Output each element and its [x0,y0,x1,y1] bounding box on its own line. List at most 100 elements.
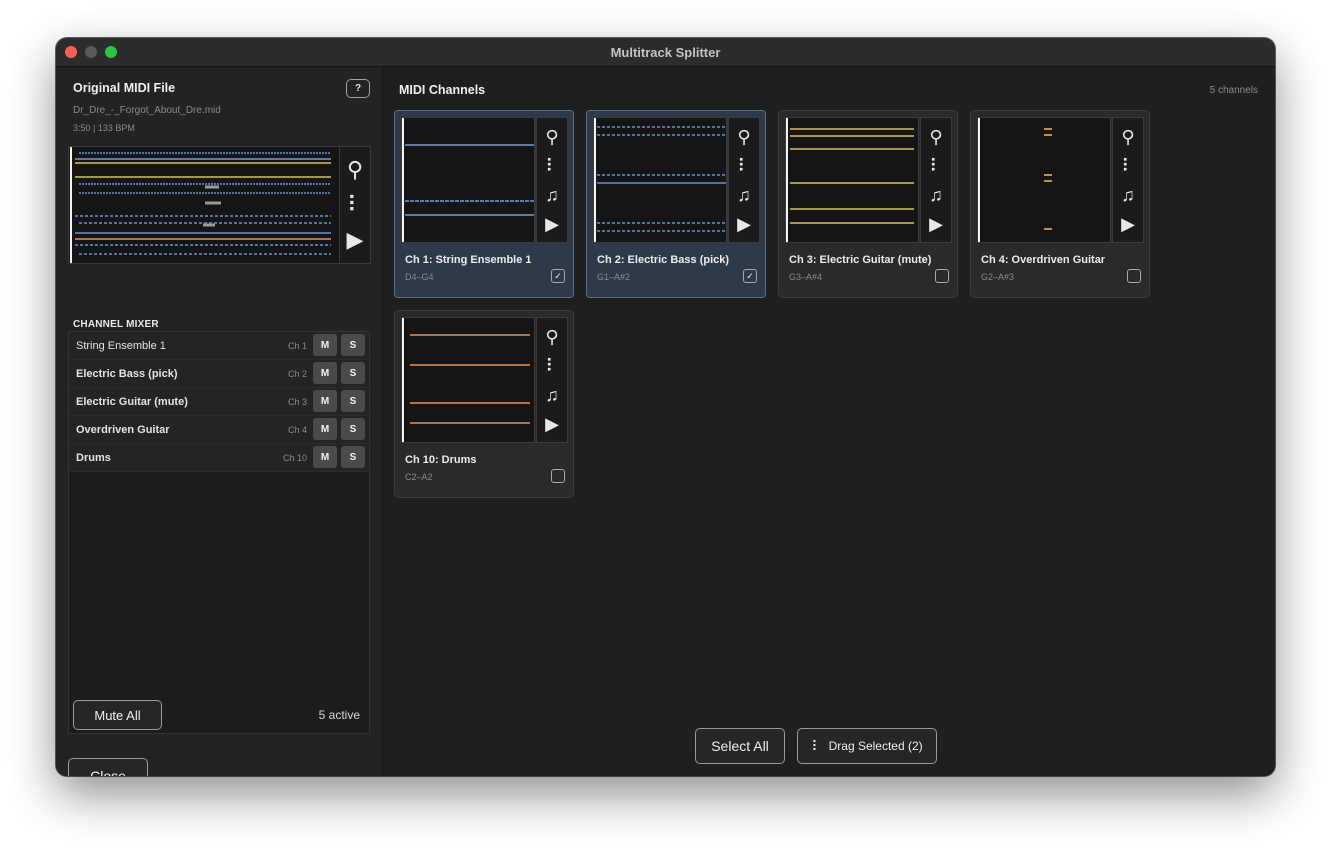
channel-piano-roll [785,117,919,243]
mixer-channel-name: Electric Bass (pick) [76,368,178,380]
channel-card-ch2[interactable]: ⚲ ⠇ ♫ ▶ Ch 2: Electric Bass (pick) G1–A#… [586,110,766,298]
mixer-channel-name: Drums [76,452,111,464]
card-toolbar: ⚲ ⠇ ♫ ▶ [1112,117,1144,243]
mixer-channel-number: Ch 2 [287,369,307,379]
channel-piano-roll [593,117,727,243]
mixer-channel-number: Ch 3 [287,397,307,407]
drag-handle-icon[interactable]: ⠇ [545,157,558,175]
note-range: G2–A#3 [981,272,1015,282]
mixer-channel-name: Overdriven Guitar [76,424,170,436]
midi-file-info: 3:50 | 133 BPM [73,123,135,133]
play-icon[interactable]: ▶ [545,215,559,233]
notes-icon[interactable]: ♫ [1121,186,1135,204]
playhead [402,118,404,242]
channel-mixer-title: CHANNEL MIXER [73,319,159,330]
select-checkbox[interactable] [935,269,949,283]
zoom-icon[interactable]: ⚲ [1121,128,1134,146]
mixer-row-ch10: Drums Ch 10 M S [69,444,369,472]
card-toolbar: ⚲ ⠇ ♫ ▶ [536,117,568,243]
solo-button[interactable]: S [341,362,365,384]
mixer-channel-number: Ch 1 [287,341,307,351]
zoom-icon[interactable]: ⚲ [545,128,558,146]
notes-icon[interactable]: ♫ [929,186,943,204]
select-all-button[interactable]: Select All [695,728,785,764]
right-panel: MIDI Channels 5 channels ⚲ ⠇ ♫ ▶ Ch 1: S… [384,68,1275,776]
mixer-row-ch3: Electric Guitar (mute) Ch 3 M S [69,388,369,416]
channel-name: Ch 1: String Ensemble 1 [405,254,532,266]
playhead [594,118,596,242]
original-midi-preview: ⚲ ⠇ ▶ [68,146,371,264]
channel-card-ch1[interactable]: ⚲ ⠇ ♫ ▶ Ch 1: String Ensemble 1 D4–G4 ✓ [394,110,574,298]
solo-button[interactable]: S [341,446,365,468]
note-range: D4–G4 [405,272,434,282]
drag-handle-icon[interactable]: ⠇ [929,157,942,175]
select-checkbox[interactable]: ✓ [743,269,757,283]
channel-card-ch4[interactable]: ⚲ ⠇ ♫ ▶ Ch 4: Overdriven Guitar G2–A#3 [970,110,1150,298]
play-icon[interactable]: ▶ [347,228,364,251]
channel-count: 5 channels [1209,85,1258,96]
channel-name: Ch 10: Drums [405,454,477,466]
channel-card-ch3[interactable]: ⚲ ⠇ ♫ ▶ Ch 3: Electric Guitar (mute) G3–… [778,110,958,298]
play-icon[interactable]: ▶ [1121,215,1135,233]
channel-name: Ch 2: Electric Bass (pick) [597,254,730,266]
drag-handle-icon[interactable]: ⠇ [347,193,363,216]
drag-selected-button[interactable]: ⠇ Drag Selected (2) [797,728,937,764]
notes-icon[interactable]: ♫ [545,386,559,404]
zoom-icon[interactable]: ⚲ [737,128,750,146]
minimize-window-button[interactable] [85,46,97,58]
window-controls [65,46,117,58]
close-window-button[interactable] [65,46,77,58]
close-button[interactable]: Close [68,758,148,776]
maximize-window-button[interactable] [105,46,117,58]
channel-piano-roll [401,317,535,443]
notes-icon[interactable]: ♫ [545,186,559,204]
original-piano-roll [69,147,337,263]
solo-button[interactable]: S [341,390,365,412]
playhead [402,318,404,442]
mixer-channel-number: Ch 10 [282,453,307,463]
solo-button[interactable]: S [341,418,365,440]
zoom-icon[interactable]: ⚲ [929,128,942,146]
note-range: G1–A#2 [597,272,631,282]
card-toolbar: ⚲ ⠇ ♫ ▶ [536,317,568,443]
notes-icon[interactable]: ♫ [737,186,751,204]
play-icon[interactable]: ▶ [737,215,751,233]
left-panel: Original MIDI File ? Dr_Dre_-_Forgot_Abo… [56,68,383,776]
drag-handle-icon[interactable]: ⠇ [545,357,558,375]
channel-card-ch10[interactable]: ⚲ ⠇ ♫ ▶ Ch 10: Drums C2–A2 [394,310,574,498]
zoom-icon[interactable]: ⚲ [347,159,363,181]
channel-mixer: String Ensemble 1 Ch 1 M S Electric Bass… [68,331,370,734]
help-button[interactable]: ? [346,79,370,98]
zoom-icon[interactable]: ⚲ [545,328,558,346]
mixer-channel-number: Ch 4 [287,425,307,435]
drag-selected-label: Drag Selected (2) [828,739,923,753]
mute-button[interactable]: M [313,390,337,412]
drag-handle-icon[interactable]: ⠇ [737,157,750,175]
drag-handle-icon: ⠇ [811,737,822,754]
channel-name: Ch 4: Overdriven Guitar [981,254,1106,266]
channel-piano-roll [401,117,535,243]
playhead [786,118,788,242]
note-range: G3–A#4 [789,272,823,282]
mixer-row-ch1: String Ensemble 1 Ch 1 M S [69,332,369,360]
mute-button[interactable]: M [313,446,337,468]
mute-button[interactable]: M [313,334,337,356]
mute-button[interactable]: M [313,362,337,384]
note-range: C2–A2 [405,472,433,482]
select-checkbox[interactable] [1127,269,1141,283]
card-toolbar: ⚲ ⠇ ♫ ▶ [728,117,760,243]
mute-button[interactable]: M [313,418,337,440]
preview-toolbar: ⚲ ⠇ ▶ [339,147,370,263]
mute-all-button[interactable]: Mute All [73,700,162,730]
midi-channels-title: MIDI Channels [399,83,486,97]
card-toolbar: ⚲ ⠇ ♫ ▶ [920,117,952,243]
solo-button[interactable]: S [341,334,365,356]
channel-piano-roll [977,117,1111,243]
play-icon[interactable]: ▶ [545,415,559,433]
select-checkbox[interactable] [551,469,565,483]
select-checkbox[interactable]: ✓ [551,269,565,283]
splitter-window: Multitrack Splitter Original MIDI File ?… [56,38,1275,776]
mixer-channel-name: String Ensemble 1 [76,340,166,352]
play-icon[interactable]: ▶ [929,215,943,233]
drag-handle-icon[interactable]: ⠇ [1121,157,1134,175]
